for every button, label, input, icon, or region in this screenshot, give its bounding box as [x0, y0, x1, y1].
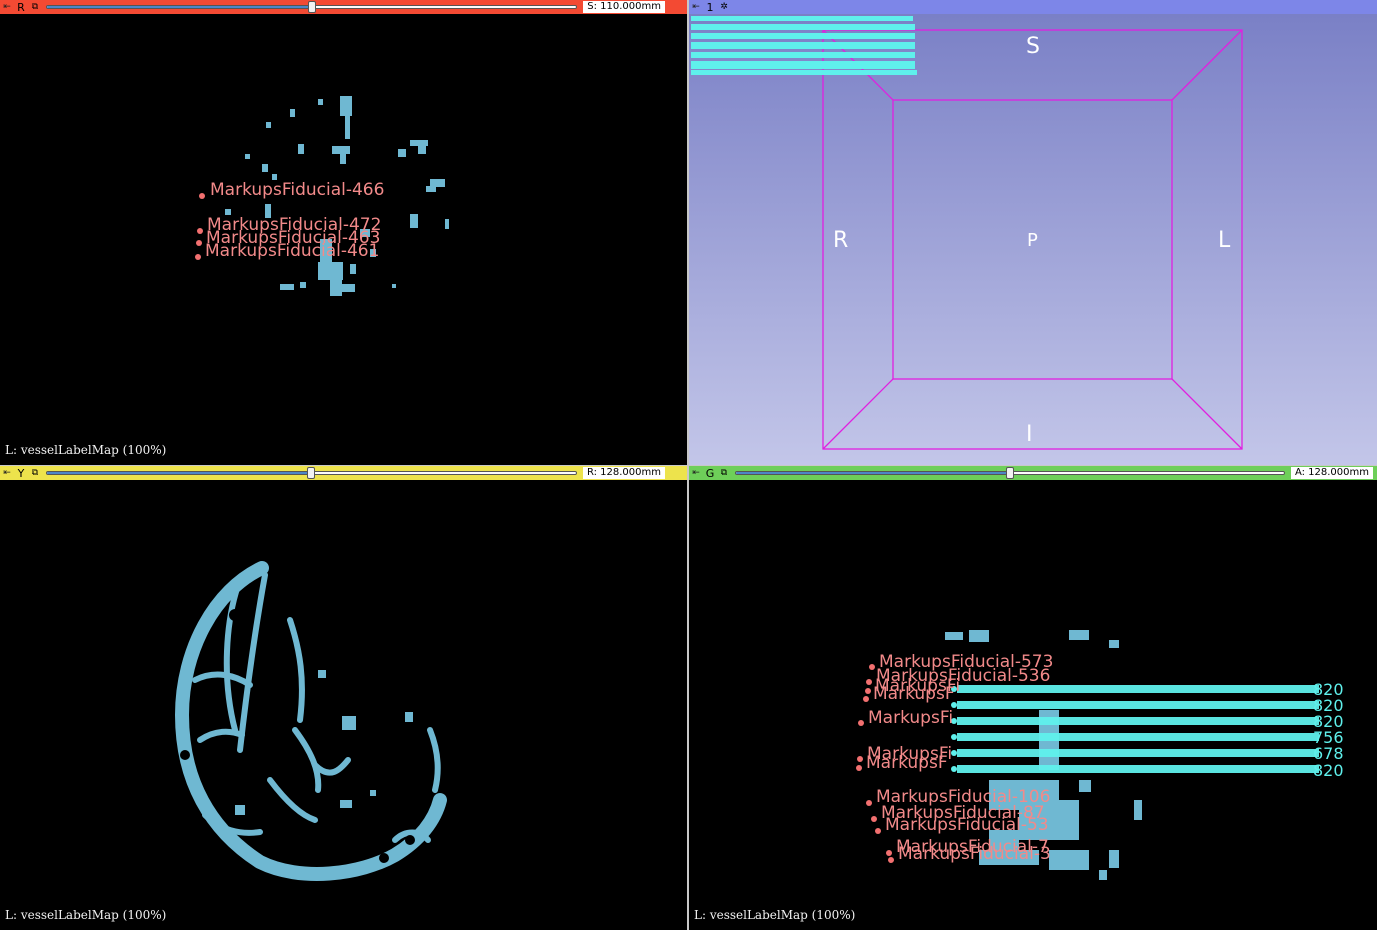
fiducial-point[interactable] — [875, 828, 881, 834]
orientation-right: R — [833, 228, 849, 253]
cyan-fiducial-suffix: 678 — [1313, 744, 1344, 763]
3d-view-number[interactable]: 1 — [703, 0, 717, 14]
yellow-slice-viewer[interactable]: ⇤ Y ⧉ R: 128.000mm L: vesselLabelMap (10… — [0, 466, 687, 930]
fiducial-point[interactable] — [196, 240, 202, 246]
fiducial-label: MarkupsFiducial-466 — [210, 180, 385, 200]
yellow-offset-slider[interactable] — [46, 467, 577, 479]
orientation-inferior: I — [1026, 422, 1033, 447]
fiducial-point[interactable] — [857, 756, 863, 762]
orientation-left: L — [1218, 228, 1231, 253]
green-viewport[interactable]: 820 820 820 756 678 820 MarkupsFiducial-… — [689, 480, 1377, 930]
link-icon[interactable]: ⧉ — [28, 1, 42, 13]
3d-viewport[interactable]: S R L P I — [689, 14, 1377, 465]
slider-handle[interactable] — [307, 467, 316, 479]
yellow-slice-controller: ⇤ Y ⧉ R: 128.000mm — [0, 466, 687, 480]
orientation-superior: S — [1026, 34, 1040, 59]
fiducial-point[interactable] — [865, 688, 871, 694]
orientation-posterior: P — [1027, 230, 1038, 251]
green-offset-slider[interactable] — [735, 467, 1285, 479]
fiducial-point[interactable] — [871, 816, 877, 822]
link-icon[interactable]: ⧉ — [28, 467, 42, 479]
layer-label: L: vesselLabelMap (100%) — [694, 908, 856, 922]
red-offset-slider[interactable] — [46, 1, 578, 13]
slider-handle[interactable] — [1005, 467, 1014, 479]
fiducial-point[interactable] — [858, 720, 864, 726]
fiducial-point[interactable] — [886, 850, 892, 856]
fiducial-label: MarkupsF — [873, 684, 955, 704]
red-offset-value[interactable]: S: 110.000mm — [583, 1, 665, 13]
link-icon[interactable]: ⧉ — [717, 467, 731, 479]
fiducial-label: MarkupsFiducial-3 — [898, 844, 1051, 864]
fiducial-point[interactable] — [863, 696, 869, 702]
pin-icon[interactable]: ⇤ — [0, 466, 14, 480]
yellow-view-label[interactable]: Y — [14, 466, 28, 480]
fiducial-point[interactable] — [195, 254, 201, 260]
green-offset-value[interactable]: A: 128.000mm — [1290, 467, 1373, 479]
layout-divider-horizontal[interactable] — [0, 465, 1377, 466]
fiducial-point[interactable] — [197, 228, 203, 234]
yellow-viewport[interactable]: L: vesselLabelMap (100%) — [0, 480, 687, 930]
fiducial-point[interactable] — [869, 664, 875, 670]
layer-label: L: vesselLabelMap (100%) — [5, 443, 167, 457]
green-slice-viewer[interactable]: ⇤ G ⧉ A: 128.000mm 820 820 820 756 678 8… — [689, 466, 1377, 930]
red-view-label[interactable]: R — [14, 0, 28, 14]
3d-view-controller: ⇤ 1 ✲ — [689, 0, 1377, 14]
fiducial-point[interactable] — [866, 679, 872, 685]
fiducial-point[interactable] — [866, 800, 872, 806]
gear-icon[interactable]: ✲ — [717, 1, 731, 13]
red-viewport[interactable]: MarkupsFiducial-466 MarkupsFiducial-472 … — [0, 14, 687, 465]
fiducial-point[interactable] — [199, 193, 205, 199]
fiducial-label: MarkupsFiducial-461 — [205, 241, 380, 261]
fiducial-label: MarkupsFi — [868, 708, 954, 728]
pin-icon[interactable]: ⇤ — [0, 0, 14, 14]
pin-icon[interactable]: ⇤ — [689, 466, 703, 480]
yellow-offset-value[interactable]: R: 128.000mm — [582, 467, 665, 479]
fiducial-point[interactable] — [888, 857, 894, 863]
red-slice-controller: ⇤ R ⧉ S: 110.000mm — [0, 0, 687, 14]
3d-viewer[interactable]: ⇤ 1 ✲ S R L P I — [689, 0, 1377, 465]
green-view-label[interactable]: G — [703, 466, 717, 480]
fiducial-label: MarkupsF — [866, 753, 948, 773]
cyan-fiducial-suffix: 820 — [1313, 761, 1344, 780]
fiducial-label: MarkupsFiducial-53 — [885, 815, 1049, 835]
pin-icon[interactable]: ⇤ — [689, 0, 703, 14]
yellow-label-map — [174, 561, 447, 881]
red-slice-viewer[interactable]: ⇤ R ⧉ S: 110.000mm MarkupsFiducial-466 M… — [0, 0, 687, 465]
fiducial-point[interactable] — [856, 765, 862, 771]
green-slice-controller: ⇤ G ⧉ A: 128.000mm — [689, 466, 1377, 480]
layer-label: L: vesselLabelMap (100%) — [5, 908, 167, 922]
slider-handle[interactable] — [307, 1, 316, 13]
